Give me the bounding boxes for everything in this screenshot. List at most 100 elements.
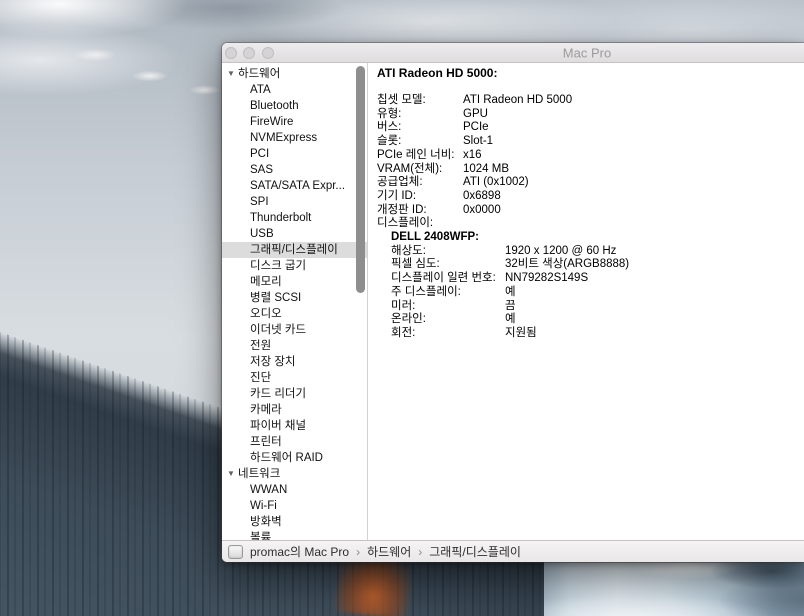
system-information-window: Mac Pro ▼하드웨어 ATA Bluetooth FireWire NVM… — [222, 43, 804, 562]
sidebar-item-storage[interactable]: 저장 장치 — [222, 354, 367, 370]
field-label: VRAM(전체): — [377, 163, 463, 177]
close-button[interactable] — [225, 47, 237, 59]
sidebar-group-network[interactable]: ▼네트워크 — [222, 466, 367, 482]
field-value: 끔 — [505, 300, 516, 314]
sidebar-item-power[interactable]: 전원 — [222, 338, 367, 354]
field-label: 공급업체: — [377, 176, 463, 190]
field-label: 디스플레이 일련 번호: — [391, 272, 505, 286]
disclosure-triangle-icon[interactable]: ▼ — [227, 466, 238, 482]
field-label: 해상도: — [391, 245, 505, 259]
field-row: 해상도:1920 x 1200 @ 60 Hz — [391, 245, 804, 259]
field-row: 버스:PCIe — [377, 121, 804, 135]
sidebar-item-audio[interactable]: 오디오 — [222, 306, 367, 322]
sidebar-item-wwan[interactable]: WWAN — [222, 482, 367, 498]
field-row: PCIe 레인 너비:x16 — [377, 149, 804, 163]
field-row: 디스플레이: — [377, 217, 804, 231]
field-label: 미러: — [391, 300, 505, 314]
sidebar-item-camera[interactable]: 카메라 — [222, 402, 367, 418]
field-label: 칩셋 모델: — [377, 94, 463, 108]
field-row: 유형:GPU — [377, 108, 804, 122]
sidebar-item-wifi[interactable]: Wi-Fi — [222, 498, 367, 514]
field-value: 0x0000 — [463, 204, 501, 218]
field-label: 픽셀 심도: — [391, 258, 505, 272]
sidebar-item-firewall[interactable]: 방화벽 — [222, 514, 367, 530]
sidebar-item-spi[interactable]: SPI — [222, 194, 367, 210]
field-row: 기기 ID:0x6898 — [377, 190, 804, 204]
sidebar-item-ethernet-cards[interactable]: 이더넷 카드 — [222, 322, 367, 338]
sidebar-group-label: 네트워크 — [238, 468, 280, 480]
field-row: 온라인:예 — [391, 313, 804, 327]
sidebar-item-sata[interactable]: SATA/SATA Expr... — [222, 178, 367, 194]
field-value: x16 — [463, 149, 482, 163]
chevron-right-icon: › — [356, 545, 360, 559]
field-row: 회전:지원됨 — [391, 327, 804, 341]
display-subsection: DELL 2408WFP: 해상도:1920 x 1200 @ 60 Hz 픽셀… — [377, 231, 804, 341]
field-label: 주 디스플레이: — [391, 286, 505, 300]
breadcrumb-graphics-displays: 그래픽/디스플레이 — [429, 543, 521, 560]
desktop: Mac Pro ▼하드웨어 ATA Bluetooth FireWire NVM… — [0, 0, 804, 616]
sidebar-item-card-reader[interactable]: 카드 리더기 — [222, 386, 367, 402]
window-title: Mac Pro — [563, 45, 611, 60]
field-value: 예 — [505, 286, 516, 300]
field-value: 1920 x 1200 @ 60 Hz — [505, 245, 616, 259]
field-value: Slot-1 — [463, 135, 493, 149]
field-row: 개정판 ID:0x0000 — [377, 204, 804, 218]
field-row: VRAM(전체):1024 MB — [377, 163, 804, 177]
field-label: 슬롯: — [377, 135, 463, 149]
field-row: 공급업체:ATI (0x1002) — [377, 176, 804, 190]
sidebar-item-nvmexpress[interactable]: NVMExpress — [222, 130, 367, 146]
display-name: DELL 2408WFP: — [391, 231, 804, 245]
field-value: ATI Radeon HD 5000 — [463, 94, 572, 108]
sidebar-item-fibre-channel[interactable]: 파이버 채널 — [222, 418, 367, 434]
minimize-button[interactable] — [243, 47, 255, 59]
sidebar-item-volumes[interactable]: 볼륨 — [222, 530, 367, 540]
sidebar-list: ▼하드웨어 ATA Bluetooth FireWire NVMExpress … — [222, 66, 367, 540]
sidebar-item-firewire[interactable]: FireWire — [222, 114, 367, 130]
sidebar-scrollbar-thumb[interactable] — [356, 66, 365, 293]
field-value: 1024 MB — [463, 163, 509, 177]
sidebar-item-usb[interactable]: USB — [222, 226, 367, 242]
sidebar-item-diagnostics[interactable]: 진단 — [222, 370, 367, 386]
sidebar: ▼하드웨어 ATA Bluetooth FireWire NVMExpress … — [222, 63, 368, 540]
field-label: PCIe 레인 너비: — [377, 149, 463, 163]
field-value: NN79282S149S — [505, 272, 588, 286]
chevron-right-icon: › — [418, 545, 422, 559]
sidebar-item-sas[interactable]: SAS — [222, 162, 367, 178]
sidebar-item-pci[interactable]: PCI — [222, 146, 367, 162]
sidebar-item-hardware-raid[interactable]: 하드웨어 RAID — [222, 450, 367, 466]
field-label: 유형: — [377, 108, 463, 122]
gpu-section-title: ATI Radeon HD 5000: — [377, 66, 804, 80]
field-value: 0x6898 — [463, 190, 501, 204]
status-path-bar: promac의 Mac Pro › 하드웨어 › 그래픽/디스플레이 — [222, 540, 804, 562]
detail-pane: ATI Radeon HD 5000: 칩셋 모델:ATI Radeon HD … — [368, 63, 804, 540]
wallpaper-snowy-valley — [544, 554, 804, 616]
sidebar-item-thunderbolt[interactable]: Thunderbolt — [222, 210, 367, 226]
sidebar-group-hardware[interactable]: ▼하드웨어 — [222, 66, 367, 82]
disclosure-triangle-icon[interactable]: ▼ — [227, 66, 238, 82]
sidebar-item-disc-burning[interactable]: 디스크 굽기 — [222, 258, 367, 274]
window-body: ▼하드웨어 ATA Bluetooth FireWire NVMExpress … — [222, 63, 804, 540]
field-value: PCIe — [463, 121, 489, 135]
field-row: 미러:끔 — [391, 300, 804, 314]
field-value: GPU — [463, 108, 488, 122]
field-label: 기기 ID: — [377, 190, 463, 204]
field-value: ATI (0x1002) — [463, 176, 529, 190]
field-value: 32비트 색상(ARGB8888) — [505, 258, 629, 272]
sidebar-item-graphics-displays[interactable]: 그래픽/디스플레이 — [222, 242, 367, 258]
sidebar-item-ata[interactable]: ATA — [222, 82, 367, 98]
field-row: 주 디스플레이:예 — [391, 286, 804, 300]
sidebar-item-printers[interactable]: 프린터 — [222, 434, 367, 450]
breadcrumb-hardware: 하드웨어 — [367, 543, 411, 560]
titlebar[interactable]: Mac Pro — [222, 43, 804, 63]
field-label: 회전: — [391, 327, 505, 341]
sidebar-item-memory[interactable]: 메모리 — [222, 274, 367, 290]
field-label: 버스: — [377, 121, 463, 135]
field-value: 지원됨 — [505, 327, 537, 341]
computer-icon — [228, 545, 243, 559]
field-row: 슬롯:Slot-1 — [377, 135, 804, 149]
field-label: 디스플레이: — [377, 217, 463, 231]
sidebar-item-bluetooth[interactable]: Bluetooth — [222, 98, 367, 114]
sidebar-item-parallel-scsi[interactable]: 병렬 SCSI — [222, 290, 367, 306]
breadcrumb-root: promac의 Mac Pro — [250, 543, 349, 560]
zoom-button[interactable] — [262, 47, 274, 59]
